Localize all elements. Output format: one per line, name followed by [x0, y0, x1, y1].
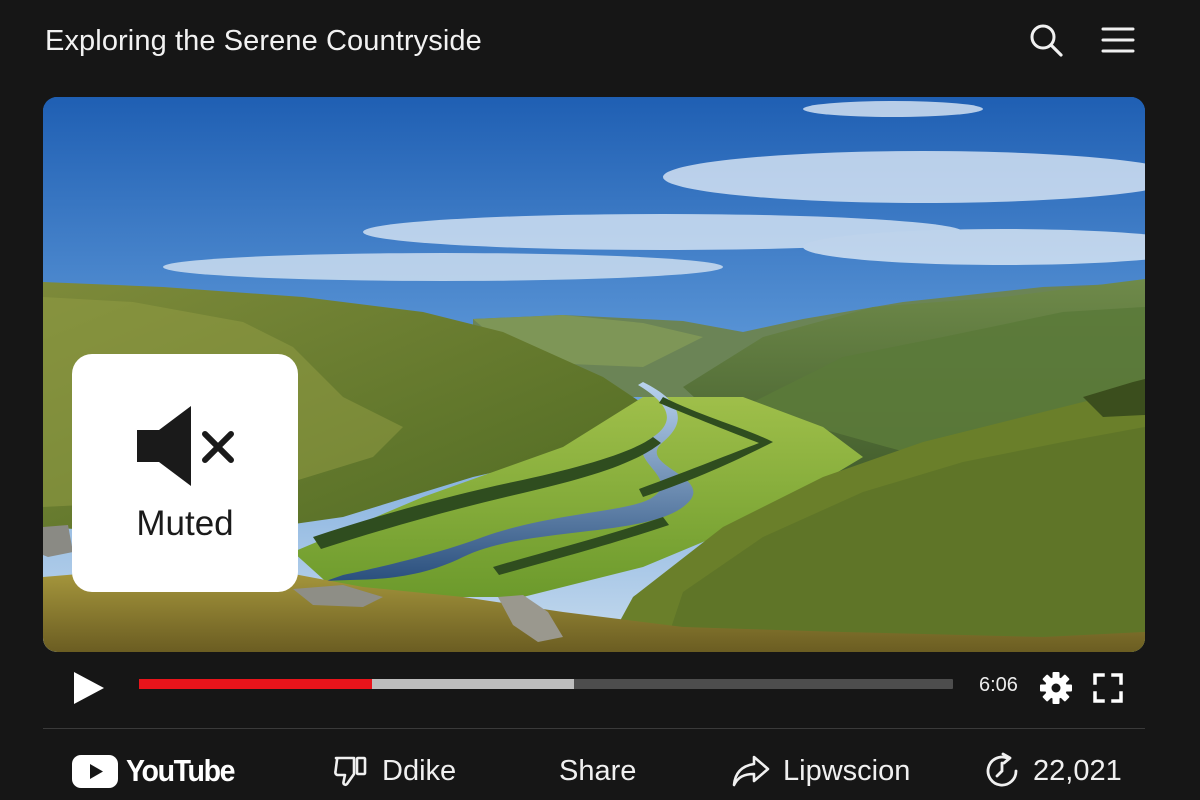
share-arrow-icon: [732, 755, 770, 787]
dislike-button[interactable]: Ddike: [332, 742, 456, 800]
video-title: Exploring the Serene Countryside: [45, 25, 482, 57]
menu-button[interactable]: [1096, 18, 1140, 62]
play-button[interactable]: [69, 668, 109, 708]
play-icon: [74, 672, 104, 704]
action-bar: YouTube Ddike Share Lipwscion 22,021: [0, 742, 1200, 800]
views-count: 22,021: [1033, 754, 1122, 787]
muted-label: Muted: [136, 504, 234, 543]
header: Exploring the Serene Countryside: [0, 0, 1200, 82]
video-page: Exploring the Serene Countryside Muted 6…: [0, 0, 1200, 800]
youtube-wordmark: YouTube: [126, 753, 235, 788]
lipwscion-button[interactable]: Lipwscion: [731, 742, 910, 800]
youtube-logo-icon: [72, 754, 118, 788]
dislike-label: Ddike: [382, 754, 457, 787]
progress-bar[interactable]: [139, 679, 953, 689]
thumbs-down-icon: [334, 756, 367, 786]
speaker-muted-icon: [137, 406, 234, 486]
muted-indicator[interactable]: Muted: [72, 354, 298, 592]
search-icon: [1030, 24, 1063, 57]
replay-clock-icon: [986, 752, 1018, 787]
divider: [43, 728, 1145, 729]
search-button[interactable]: [1024, 18, 1068, 62]
time-display: 6:06: [979, 674, 1018, 696]
hamburger-menu-icon: [1101, 27, 1135, 53]
fullscreen-icon: [1093, 673, 1123, 703]
youtube-logo[interactable]: YouTube: [72, 742, 244, 800]
player-controls: 6:06: [43, 660, 1145, 716]
progress-played: [139, 679, 372, 689]
fullscreen-button[interactable]: [1088, 668, 1128, 708]
video-player[interactable]: Muted: [43, 97, 1145, 652]
settings-button[interactable]: [1036, 668, 1076, 708]
share-label: Share: [559, 754, 637, 787]
lipwscion-label: Lipwscion: [783, 754, 911, 787]
gear-icon: [1040, 672, 1072, 704]
views-counter[interactable]: 22,021: [983, 742, 1122, 800]
share-button[interactable]: Share: [559, 742, 636, 800]
